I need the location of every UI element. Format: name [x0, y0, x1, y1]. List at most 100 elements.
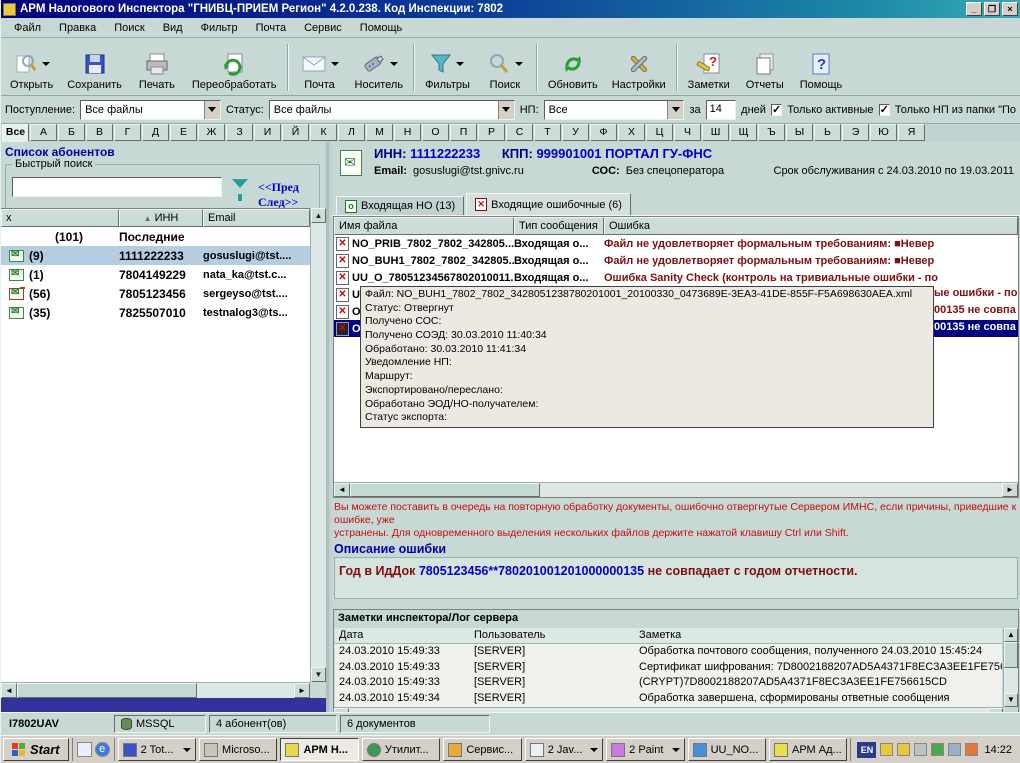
subscriber-col-email[interactable]: Email — [203, 209, 310, 227]
only-active-checkbox[interactable]: ✓ — [771, 104, 782, 116]
task-dropdown-arrow[interactable] — [672, 748, 680, 752]
task-dropdown-arrow[interactable] — [590, 748, 598, 752]
prev-next-links[interactable]: <<Пред След>> — [258, 180, 319, 210]
save-button[interactable]: Сохранить — [60, 40, 129, 95]
taskbar-task[interactable]: Microso... — [199, 738, 277, 761]
file-row[interactable]: ✕NO_PRIB_7802_7802_342805... Входящая о.… — [334, 235, 1018, 252]
menu-item[interactable]: Поиск — [105, 20, 153, 36]
alphabet-tab[interactable]: Т — [534, 124, 561, 141]
filters-dropdown-arrow[interactable] — [456, 62, 464, 66]
alphabet-tab[interactable]: Ы — [786, 124, 813, 141]
log-col-note[interactable]: Заметка — [635, 628, 1002, 643]
subscriber-row[interactable]: (56) 7805123456 sergeyso@tst.... — [1, 284, 310, 303]
file-col-name[interactable]: Имя файла — [334, 217, 514, 235]
file-col-type[interactable]: Тип сообщения — [514, 217, 604, 235]
start-button[interactable]: Start — [3, 738, 69, 761]
combo-dropdown-button[interactable] — [667, 101, 683, 119]
scroll-thumb[interactable] — [350, 483, 540, 497]
days-input[interactable]: 14 — [706, 100, 737, 120]
scroll-left-arrow[interactable]: ◄ — [334, 483, 350, 497]
open-dropdown-arrow[interactable] — [42, 62, 50, 66]
show-desktop-icon[interactable] — [77, 742, 92, 757]
subscriber-row[interactable]: (9) 1111222233 gosuslugi@tst.... — [1, 246, 310, 265]
np-filter-combo[interactable]: Все — [544, 100, 685, 120]
tray-icon[interactable] — [897, 743, 910, 756]
alphabet-tab[interactable]: Все — [2, 124, 29, 142]
alphabet-tab[interactable]: Ж — [198, 124, 225, 141]
taskbar-task[interactable]: 2 Paint — [606, 738, 684, 761]
search-dropdown-arrow[interactable] — [515, 62, 523, 66]
log-col-date[interactable]: Дата — [335, 628, 470, 643]
settings-button[interactable]: Настройки — [605, 40, 673, 95]
alphabet-tab[interactable]: Д — [142, 124, 169, 141]
log-row[interactable]: 24.03.2010 15:49:33 [SERVER] Обработка п… — [335, 644, 1002, 660]
tray-icon[interactable] — [880, 743, 893, 756]
file-row[interactable]: ✕UU_O_78051234567802010011... Входящая о… — [334, 269, 1018, 286]
menu-item[interactable]: Почта — [247, 20, 296, 36]
close-button[interactable]: × — [1002, 2, 1018, 16]
media-button[interactable]: Носитель — [348, 40, 411, 95]
log-row[interactable]: 24.03.2010 15:49:34 [SERVER] Обработка з… — [335, 691, 1002, 707]
combo-dropdown-button[interactable] — [498, 101, 514, 119]
alphabet-tab[interactable]: Г — [114, 124, 141, 141]
tray-icon[interactable] — [965, 743, 978, 756]
alphabet-tab[interactable]: О — [422, 124, 449, 141]
document-tab[interactable]: о Входящая НО (13) — [336, 196, 464, 215]
file-table-hscrollbar[interactable]: ◄ ► — [334, 482, 1018, 497]
document-tab[interactable]: ✕ Входящие ошибочные (6) — [466, 193, 631, 215]
combo-dropdown-button[interactable] — [204, 101, 220, 119]
help-button[interactable]: ? Помощь — [793, 40, 850, 95]
alphabet-tab[interactable]: Щ — [730, 124, 757, 141]
only-np-folder-checkbox[interactable]: ✓ — [879, 104, 890, 116]
internet-explorer-icon[interactable]: e — [95, 742, 110, 757]
minimize-button[interactable]: _ — [966, 2, 982, 16]
search-button[interactable]: Поиск — [477, 40, 533, 95]
task-dropdown-arrow[interactable] — [183, 748, 191, 752]
scroll-up-arrow[interactable]: ▲ — [1004, 628, 1018, 642]
media-dropdown-arrow[interactable] — [390, 62, 398, 66]
alphabet-tab[interactable]: В — [86, 124, 113, 141]
alphabet-tab[interactable]: Ш — [702, 124, 729, 141]
open-button[interactable]: Открыть — [3, 40, 60, 95]
menu-item[interactable]: Правка — [50, 20, 105, 36]
alphabet-tab[interactable]: Х — [618, 124, 645, 141]
alphabet-tab[interactable]: Ъ — [758, 124, 785, 141]
alphabet-tab[interactable]: Ц — [646, 124, 673, 141]
alphabet-tab[interactable]: И — [254, 124, 281, 141]
scroll-up-arrow[interactable]: ▲ — [311, 208, 326, 223]
alphabet-tab[interactable]: Ч — [674, 124, 701, 141]
subscriber-row[interactable]: (1) 7804149229 nata_ka@tst.c... — [1, 265, 310, 284]
alphabet-tab[interactable]: А — [30, 124, 57, 141]
alphabet-tab[interactable]: Й — [282, 124, 309, 141]
alphabet-tab[interactable]: З — [226, 124, 253, 141]
alphabet-tab[interactable]: С — [506, 124, 533, 141]
language-indicator[interactable]: EN — [857, 742, 876, 758]
quick-search-input[interactable] — [12, 177, 222, 197]
taskbar-task[interactable]: Утилит... — [362, 738, 440, 761]
subscriber-row[interactable]: (35) 7825507010 testnalog3@ts... — [1, 303, 310, 322]
log-vscrollbar[interactable]: ▲ ▼ — [1003, 628, 1018, 707]
menu-item[interactable]: Сервис — [295, 20, 351, 36]
taskbar-task[interactable]: Сервис... — [443, 738, 521, 761]
taskbar-task[interactable]: 2 Jav... — [525, 738, 603, 761]
reports-button[interactable]: Отчеты — [737, 40, 793, 95]
scroll-thumb[interactable] — [17, 683, 197, 698]
reprocess-button[interactable]: Переобработать — [185, 40, 284, 95]
refresh-button[interactable]: Обновить — [541, 40, 605, 95]
alphabet-tab[interactable]: Н — [394, 124, 421, 141]
alphabet-tab[interactable]: Э — [842, 124, 869, 141]
log-row[interactable]: 24.03.2010 15:49:33 [SERVER] Сертификат … — [335, 660, 1002, 676]
file-row[interactable]: ✕NO_BUH1_7802_7802_342805... Входящая о.… — [334, 252, 1018, 269]
scroll-right-arrow[interactable]: ► — [294, 683, 310, 698]
print-button[interactable]: Печать — [129, 40, 185, 95]
tray-icon[interactable] — [931, 743, 944, 756]
status-filter-combo[interactable]: Все файлы — [269, 100, 515, 120]
alphabet-tab[interactable]: К — [310, 124, 337, 141]
alphabet-tab[interactable]: Ь — [814, 124, 841, 141]
taskbar-task[interactable]: 2 Tot... — [118, 738, 196, 761]
alphabet-tab[interactable]: У — [562, 124, 589, 141]
scroll-left-arrow[interactable]: ◄ — [1, 683, 17, 698]
scroll-thumb[interactable] — [1004, 642, 1018, 668]
tray-icon[interactable] — [914, 743, 927, 756]
subscriber-col-inn[interactable]: ▲ИНН — [119, 209, 203, 227]
